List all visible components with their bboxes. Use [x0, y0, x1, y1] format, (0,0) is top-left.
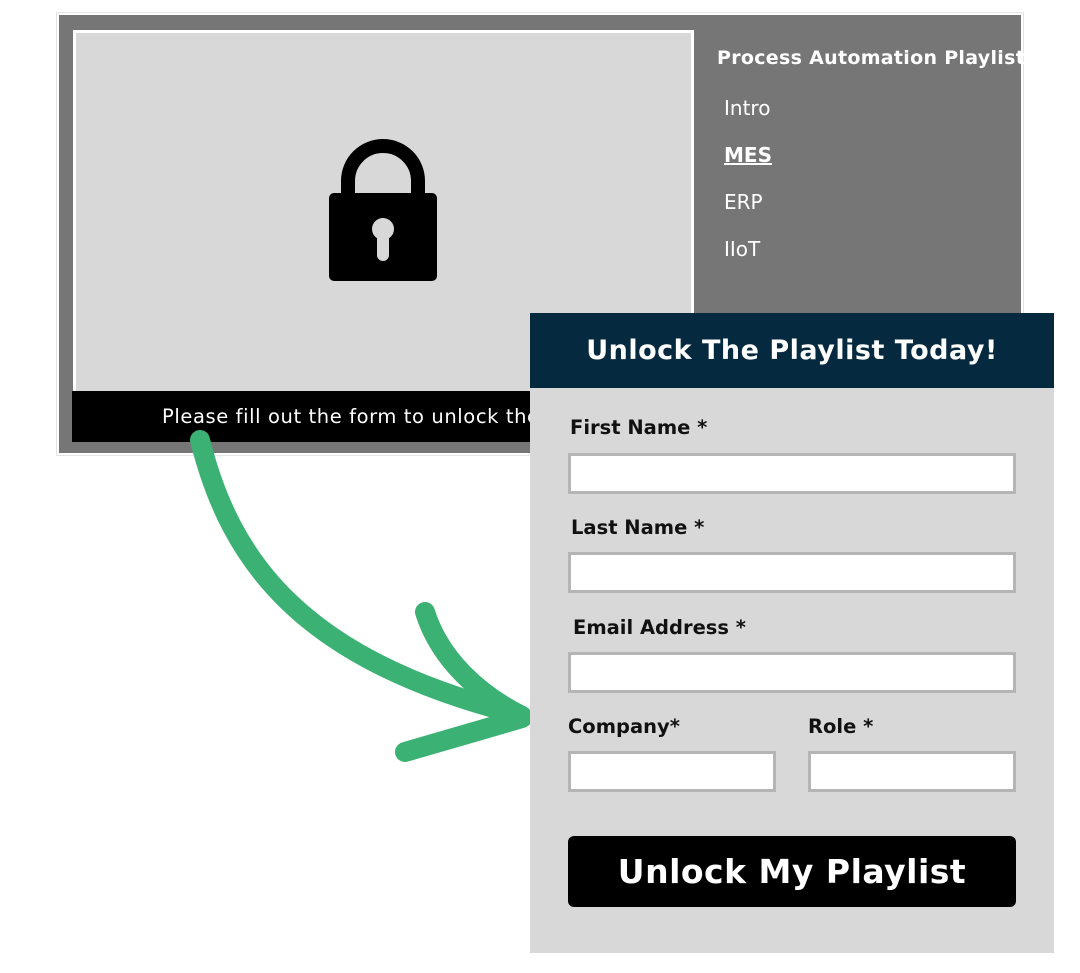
first-name-field[interactable]: [568, 453, 1016, 494]
playlist-title: Process Automation Playlist: [717, 47, 1026, 69]
lock-icon: [329, 139, 437, 281]
first-name-label: First Name *: [570, 416, 708, 439]
last-name-label: Last Name *: [571, 516, 705, 539]
company-label: Company*: [568, 715, 680, 738]
playlist-item-iiot[interactable]: IIoT: [724, 237, 760, 261]
company-field[interactable]: [568, 751, 776, 792]
last-name-field[interactable]: [568, 552, 1016, 593]
playlist-item-erp[interactable]: ERP: [724, 190, 763, 214]
email-field[interactable]: [568, 652, 1016, 693]
unlock-form: Unlock The Playlist Today! First Name * …: [530, 313, 1054, 953]
role-label: Role *: [808, 715, 874, 738]
playlist-item-mes[interactable]: MES: [724, 143, 772, 167]
playlist-item-intro[interactable]: Intro: [724, 96, 770, 120]
email-label: Email Address *: [573, 616, 747, 639]
form-title: Unlock The Playlist Today!: [530, 313, 1054, 388]
role-field[interactable]: [808, 751, 1016, 792]
unlock-playlist-button[interactable]: Unlock My Playlist: [568, 836, 1016, 907]
